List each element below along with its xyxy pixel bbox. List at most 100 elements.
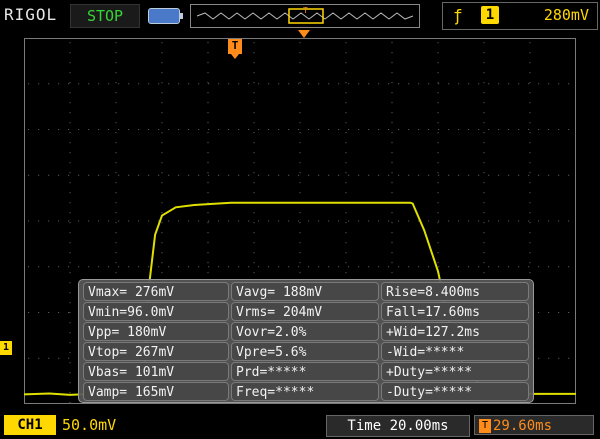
grid-dot xyxy=(529,62,531,64)
grid-dot xyxy=(198,129,200,130)
grid-dot xyxy=(48,266,50,268)
grid-dot xyxy=(538,357,540,359)
grid-dot xyxy=(299,162,301,164)
grid-dot xyxy=(178,129,180,130)
grid-dot xyxy=(115,62,117,64)
grid-dot xyxy=(558,357,560,359)
measurement-panel: Vmax= 276mV Vavg= 188mV Rise=8.400ms Vmin=9… xyxy=(78,279,534,403)
grid-dot xyxy=(345,62,347,64)
grid-dot xyxy=(483,182,485,184)
grid-dot xyxy=(58,357,60,359)
grid-dot xyxy=(437,262,439,264)
grid-dot xyxy=(483,192,485,194)
grid-dot xyxy=(248,266,250,268)
grid-dot xyxy=(253,112,255,114)
grid-dot xyxy=(278,83,280,85)
grid-dot xyxy=(28,357,30,359)
grid-dot xyxy=(115,52,117,54)
grid-dot xyxy=(148,220,150,222)
grid-dot xyxy=(207,222,209,224)
grid-dot xyxy=(345,142,347,144)
grid-dot xyxy=(253,222,255,224)
grid-dot xyxy=(299,192,301,194)
grid-dot xyxy=(58,266,60,268)
grid-dot xyxy=(161,112,163,114)
grid-dot xyxy=(437,72,439,74)
grid-dot xyxy=(378,266,380,268)
grid-dot xyxy=(437,192,439,194)
grid-dot xyxy=(288,83,290,85)
grid-dot xyxy=(88,266,90,268)
grid-dot xyxy=(69,282,71,284)
grid-dot xyxy=(448,174,450,176)
grid-dot xyxy=(438,83,440,85)
grid-dot xyxy=(288,174,290,176)
grid-dot xyxy=(437,92,439,94)
grid-dot xyxy=(391,252,393,254)
grid-dot xyxy=(348,129,350,130)
grid-dot xyxy=(88,129,90,130)
grid-dot xyxy=(298,220,300,222)
grid-dot xyxy=(391,92,393,94)
grid-dot xyxy=(69,72,71,74)
grid-dot xyxy=(388,83,390,85)
grid-dot xyxy=(48,83,50,85)
grid-dot xyxy=(483,272,485,274)
grid-dot xyxy=(478,83,480,85)
grid-dot xyxy=(161,202,163,204)
grid-dot xyxy=(38,83,40,85)
ch1-button[interactable]: CH1 xyxy=(4,415,56,435)
grid-dot xyxy=(238,129,240,130)
grid-dot xyxy=(368,129,370,130)
grid-dot xyxy=(391,152,393,154)
grid-dot xyxy=(318,220,320,222)
grid-dot xyxy=(458,220,460,222)
grid-dot xyxy=(568,220,570,222)
grid-dot xyxy=(28,129,30,130)
grid-dot xyxy=(238,266,240,268)
grid-dot xyxy=(69,62,71,64)
grid-dot xyxy=(529,92,531,94)
grid-dot xyxy=(391,162,393,164)
trigger-position-arrow-icon[interactable] xyxy=(298,30,310,38)
grid-dot xyxy=(437,62,439,64)
grid-dot xyxy=(138,83,140,85)
memory-timeline[interactable]: T xyxy=(190,4,420,28)
grid-dot xyxy=(318,174,320,176)
grid-dot xyxy=(78,129,80,130)
grid-dot xyxy=(438,174,440,176)
grid-dot xyxy=(69,182,71,184)
grid-dot xyxy=(308,220,310,222)
grid-dot xyxy=(207,122,209,124)
ch1-level-marker-icon[interactable]: 1 xyxy=(0,341,12,355)
timebase-readout[interactable]: Time 20.00ms xyxy=(326,415,470,437)
grid-dot xyxy=(69,52,71,54)
grid-dot xyxy=(458,174,460,176)
run-stop-button[interactable]: STOP xyxy=(70,4,140,28)
grid-dot xyxy=(253,232,255,234)
grid-dot xyxy=(108,174,110,176)
grid-dot xyxy=(345,42,347,44)
grid-dot xyxy=(529,252,531,254)
grid-dot xyxy=(158,83,160,85)
grid-dot xyxy=(207,242,209,244)
ch1-vertical-scale: 50.0mV xyxy=(62,416,117,434)
grid-dot xyxy=(69,82,71,84)
grid-dot xyxy=(68,266,70,268)
grid-dot xyxy=(345,132,347,134)
trigger-delay-readout[interactable]: T 29.60ms xyxy=(474,415,594,435)
grid-dot xyxy=(483,202,485,204)
grid-dot xyxy=(218,174,220,176)
grid-dot xyxy=(345,212,347,214)
trigger-status[interactable]: ƒ 1 280mV xyxy=(442,2,598,30)
grid-dot xyxy=(188,266,190,268)
grid-dot xyxy=(115,42,117,44)
grid-dot xyxy=(238,174,240,176)
grid-dot xyxy=(358,266,360,268)
grid-dot xyxy=(568,174,570,176)
grid-dot xyxy=(161,92,163,94)
grid-dot xyxy=(548,174,550,176)
grid-dot xyxy=(161,162,163,164)
grid-dot xyxy=(161,142,163,144)
grid-dot xyxy=(529,142,531,144)
